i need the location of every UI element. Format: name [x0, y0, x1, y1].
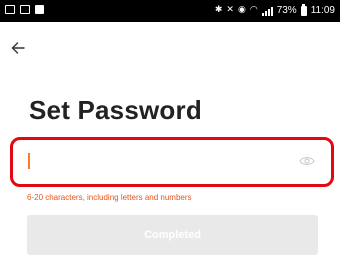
- image-icon: [20, 5, 30, 14]
- eye-icon[interactable]: [299, 155, 315, 167]
- notification-icon: [35, 5, 44, 14]
- mute-icon: ✕: [226, 5, 234, 15]
- battery-percent: 73%: [276, 5, 297, 16]
- status-bar: ✱ ✕ ◉ ◠ 73% 11:09: [0, 0, 340, 22]
- password-hint: 6-20 characters, including letters and n…: [27, 193, 192, 202]
- status-notifications: [5, 5, 44, 14]
- password-input[interactable]: [23, 147, 299, 177]
- alarm-icon: ◉: [237, 5, 246, 15]
- battery-icon: [300, 3, 307, 16]
- back-button[interactable]: [8, 38, 28, 58]
- wifi-icon: ◠: [249, 5, 258, 15]
- status-indicators: ✱ ✕ ◉ ◠ 73% 11:09: [214, 3, 335, 17]
- bluetooth-icon: ✱: [214, 5, 223, 15]
- password-field[interactable]: [23, 147, 323, 177]
- page-title: Set Password: [29, 95, 202, 125]
- status-time: 11:09: [310, 5, 335, 16]
- image-icon: [5, 5, 15, 14]
- text-cursor: [28, 153, 30, 169]
- completed-button[interactable]: Completed: [27, 215, 318, 255]
- arrow-left-icon: [11, 42, 25, 54]
- signal-icon: [261, 6, 273, 16]
